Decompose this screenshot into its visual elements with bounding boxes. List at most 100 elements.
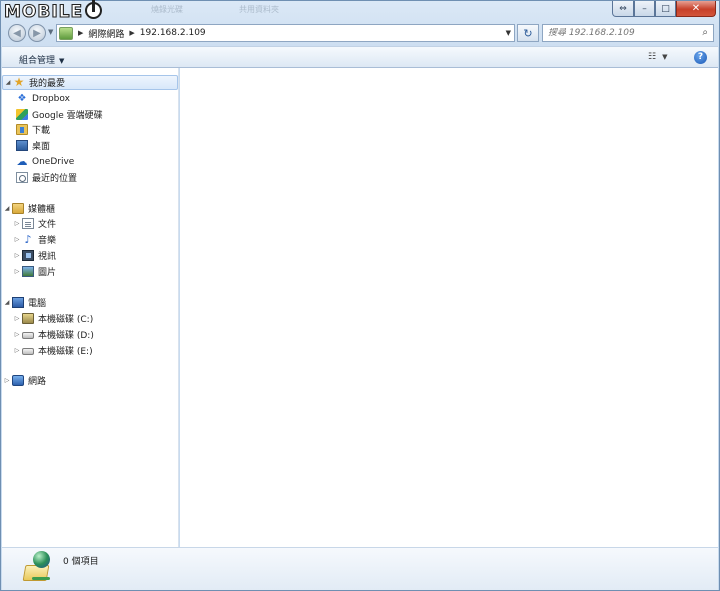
tree-favorites[interactable]: ◢ ★ 我的最愛 bbox=[2, 75, 178, 90]
file-list-area[interactable] bbox=[180, 68, 718, 547]
chevron-down-icon: ▼ bbox=[662, 53, 668, 61]
snap-button[interactable]: ⇔ bbox=[612, 1, 634, 17]
tree-item-drive-c[interactable]: ▷ 本機磁碟 (C:) bbox=[12, 311, 188, 326]
breadcrumb-host[interactable]: 192.168.2.109 bbox=[140, 28, 206, 38]
onedrive-icon: ☁ bbox=[16, 155, 28, 168]
search-icon[interactable]: ⌕ bbox=[702, 27, 708, 38]
change-view-button[interactable]: ☷ ▼ bbox=[648, 52, 667, 62]
back-arrow-icon: ◀ bbox=[13, 27, 21, 39]
refresh-icon: ↻ bbox=[523, 26, 533, 40]
tree-item-music[interactable]: ▷ ♪ 音樂 bbox=[12, 232, 188, 247]
chevron-right-icon[interactable]: ▶ bbox=[78, 29, 83, 37]
tree-item-google-drive[interactable]: Google 雲端硬碟 bbox=[16, 107, 192, 122]
tree-item-desktop[interactable]: 桌面 bbox=[16, 138, 192, 153]
library-icon bbox=[12, 203, 24, 214]
watermark-logo: MOBILE bbox=[3, 0, 103, 23]
address-bar[interactable]: ▶ 網際網路 ▶ 192.168.2.109 ▼ bbox=[56, 24, 515, 42]
tree-item-label: Google 雲端硬碟 bbox=[32, 111, 103, 121]
minimize-button[interactable]: – bbox=[634, 1, 655, 17]
collapse-arrow-icon[interactable]: ◢ bbox=[3, 79, 13, 86]
help-icon: ? bbox=[697, 52, 704, 62]
command-bar: 組合管理 ▼ ☷ ▼ ? bbox=[2, 46, 718, 68]
address-dropdown-button[interactable]: ▼ bbox=[506, 29, 511, 37]
tree-item-label: 本機磁碟 (E:) bbox=[38, 347, 93, 357]
tree-item-label: 圖片 bbox=[38, 268, 57, 278]
tree-item-onedrive[interactable]: ☁ OneDrive bbox=[16, 154, 192, 169]
search-input[interactable] bbox=[548, 28, 698, 38]
music-icon: ♪ bbox=[24, 233, 32, 246]
refresh-button[interactable]: ↻ bbox=[517, 24, 539, 42]
breadcrumb-internet[interactable]: 網際網路 bbox=[88, 27, 124, 40]
network-label: 網路 bbox=[28, 377, 47, 387]
title-bar[interactable]: MOBILE 燒錄光碟 共用資料夾 ⇔ – □ ✕ bbox=[1, 0, 719, 23]
tree-item-label: 音樂 bbox=[38, 236, 57, 246]
expand-arrow-icon[interactable]: ▷ bbox=[12, 347, 22, 354]
expand-arrow-icon[interactable]: ▷ bbox=[12, 331, 22, 338]
ghost-share-label: 共用資料夾 bbox=[239, 5, 279, 14]
google-drive-icon bbox=[16, 109, 28, 120]
back-button[interactable]: ◀ bbox=[8, 24, 26, 42]
computer-icon bbox=[12, 297, 24, 308]
expand-arrow-icon[interactable]: ▷ bbox=[12, 252, 22, 259]
tree-network[interactable]: ▷ 網路 bbox=[2, 373, 178, 388]
tree-item-video[interactable]: ▷ 視訊 bbox=[12, 248, 188, 263]
local-drive-icon bbox=[22, 348, 34, 355]
close-icon: ✕ bbox=[691, 2, 701, 14]
tree-item-drive-e[interactable]: ▷ 本機磁碟 (E:) bbox=[12, 343, 188, 358]
expand-arrow-icon[interactable]: ▷ bbox=[12, 236, 22, 243]
close-button[interactable]: ✕ bbox=[676, 1, 716, 17]
star-icon: ★ bbox=[13, 75, 25, 89]
tree-item-label: 視訊 bbox=[38, 252, 57, 262]
forward-button[interactable]: ▶ bbox=[28, 24, 46, 42]
tree-computer[interactable]: ◢ 電腦 bbox=[2, 295, 178, 310]
view-options-icon: ☷ bbox=[648, 52, 657, 62]
tree-item-label: Dropbox bbox=[32, 93, 70, 104]
tree-item-pictures[interactable]: ▷ 圖片 bbox=[12, 264, 188, 279]
expand-arrow-icon[interactable]: ▷ bbox=[2, 377, 12, 384]
expand-arrow-icon[interactable]: ▷ bbox=[12, 315, 22, 322]
help-button[interactable]: ? bbox=[694, 51, 707, 64]
maximize-button[interactable]: □ bbox=[655, 1, 676, 17]
chevron-down-icon: ▼ bbox=[59, 57, 65, 65]
tree-item-label: 文件 bbox=[38, 220, 57, 230]
tree-libraries[interactable]: ◢ 媒體櫃 bbox=[2, 201, 178, 216]
maximize-icon: □ bbox=[661, 3, 670, 14]
dropbox-icon: ❖ bbox=[17, 93, 27, 104]
tree-item-label: 本機磁碟 (D:) bbox=[38, 331, 94, 341]
ghost-burn-label: 燒錄光碟 bbox=[151, 5, 183, 14]
navigation-pane[interactable]: ◢ ★ 我的最愛 ❖ Dropbox Google 雲端硬碟 下載 桌面 ☁ O… bbox=[2, 68, 179, 547]
tree-item-documents[interactable]: ▷ 文件 bbox=[12, 216, 188, 231]
logo-ring-icon bbox=[85, 0, 103, 19]
search-box[interactable]: ⌕ bbox=[542, 24, 714, 42]
recent-places-icon bbox=[16, 172, 28, 183]
logo-text: MOBILE bbox=[3, 1, 84, 22]
recent-pages-dropdown[interactable]: ▼ bbox=[48, 28, 53, 36]
tree-item-label: 本機磁碟 (C:) bbox=[38, 315, 94, 325]
expand-arrow-icon[interactable]: ▷ bbox=[12, 220, 22, 227]
explorer-window: MOBILE 燒錄光碟 共用資料夾 ⇔ – □ ✕ ◀ ▶ ▼ ▶ 網際網路 ▶… bbox=[0, 0, 720, 591]
downloads-folder-icon bbox=[16, 124, 28, 135]
collapse-arrow-icon[interactable]: ◢ bbox=[2, 299, 12, 306]
tree-item-downloads[interactable]: 下載 bbox=[16, 122, 192, 137]
libraries-label: 媒體櫃 bbox=[28, 205, 56, 215]
tree-item-label: 最近的位置 bbox=[32, 174, 78, 184]
tree-item-label: 下載 bbox=[32, 126, 51, 136]
tree-item-label: 桌面 bbox=[32, 142, 51, 152]
tree-item-dropbox[interactable]: ❖ Dropbox bbox=[16, 91, 192, 106]
collapse-arrow-icon[interactable]: ◢ bbox=[2, 205, 12, 212]
details-pane: 0 個項目 bbox=[2, 547, 718, 590]
pictures-icon bbox=[22, 266, 34, 277]
forward-arrow-icon: ▶ bbox=[33, 27, 41, 39]
desktop-icon bbox=[16, 140, 28, 151]
local-drive-icon bbox=[22, 332, 34, 339]
tree-item-recent-places[interactable]: 最近的位置 bbox=[16, 170, 192, 185]
network-location-icon bbox=[59, 26, 73, 40]
expand-arrow-icon[interactable]: ▷ bbox=[12, 268, 22, 275]
organize-label: 組合管理 bbox=[19, 56, 56, 66]
chevron-right-icon[interactable]: ▶ bbox=[129, 29, 134, 37]
network-icon bbox=[12, 375, 24, 386]
favorites-label: 我的最愛 bbox=[29, 79, 66, 89]
tree-item-drive-d[interactable]: ▷ 本機磁碟 (D:) bbox=[12, 327, 188, 342]
organize-button[interactable]: 組合管理 ▼ bbox=[19, 53, 64, 66]
system-drive-icon bbox=[22, 313, 34, 324]
